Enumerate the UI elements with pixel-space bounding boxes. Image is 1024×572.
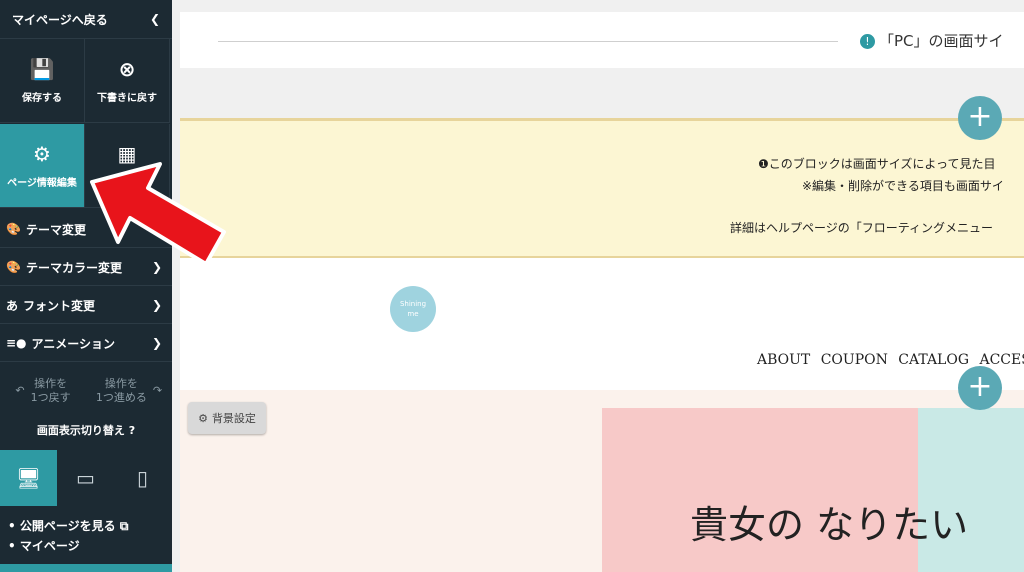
add-block-button[interactable]: + — [958, 96, 1002, 140]
desktop-view-button[interactable]: 🖥 — [0, 450, 57, 506]
gear-icon: ⚙ — [198, 411, 208, 425]
animation-icon: ≡● — [6, 336, 27, 350]
animation-label: アニメーション — [31, 336, 116, 351]
animation-item[interactable]: ≡● アニメーション ❯ — [0, 325, 172, 362]
plus-icon: + — [967, 99, 993, 134]
theme-label: テーマ変更 — [25, 222, 86, 237]
screen-size-message: ! 「PC」の画面サイ — [860, 30, 1004, 51]
hero-headline: 貴女の なりたい — [690, 503, 969, 547]
logo-text-1: Shining — [399, 300, 427, 308]
floating-menu-notice: ❶このブロックは画面サイズによって見た目 ※編集・削除ができる項目も画面サイ 詳… — [180, 118, 1024, 258]
chevron-right-icon: ❯ — [151, 298, 162, 312]
screen-size-text: 「PC」の画面サイ — [879, 32, 1004, 50]
notice-line-2: ※編集・削除ができる項目も画面サイ — [802, 179, 1004, 193]
help-icon[interactable]: ? — [129, 424, 135, 437]
save-label: 保存する — [22, 93, 62, 104]
save-button[interactable]: 💾 保存する — [0, 39, 85, 123]
page-info-edit-button[interactable]: ⚙ ページ情報編集 — [0, 124, 85, 208]
hero-section: ⚙ 背景設定 貴女の なりたい — [180, 390, 1024, 572]
mypage-link[interactable]: • マイページ — [8, 536, 128, 556]
palette-icon: 🎨 — [6, 260, 21, 274]
divider — [218, 41, 838, 42]
background-settings-button[interactable]: ⚙ 背景設定 — [188, 402, 266, 434]
info-icon: ❶ — [758, 157, 769, 171]
mypage-label: マイページ — [19, 539, 80, 553]
view-public-page-link[interactable]: • 公開ページを見る ⧉ — [8, 516, 128, 536]
plus-icon: + — [967, 369, 993, 404]
tablet-view-button[interactable]: ▭ — [57, 450, 114, 506]
revert-label: 下書きに戻す — [97, 93, 157, 104]
revert-draft-button[interactable]: ⊗ 下書きに戻す — [85, 39, 170, 123]
redo-icon: ↷ — [152, 384, 163, 397]
mobile-view-button[interactable]: ▯ — [114, 450, 171, 506]
logo-text-2: me — [407, 310, 419, 318]
redo-label-1: 操作を — [104, 377, 138, 390]
bg-button-label: 背景設定 — [211, 412, 256, 425]
red-arrow-annotation — [90, 162, 226, 266]
undo-icon: ↶ — [15, 384, 25, 397]
undo-label-2: 1つ戻す — [30, 391, 71, 404]
screen-size-bar: ! 「PC」の画面サイ — [180, 12, 1024, 68]
back-to-mypage-link[interactable]: マイページへ戻る ❮ — [0, 0, 172, 39]
chevron-left-icon[interactable]: ❮ — [150, 12, 160, 26]
font-icon: あ — [6, 298, 19, 313]
notice-line-1: ❶このブロックは画面サイズによって見た目 — [758, 155, 995, 172]
palette-icon: 🎨 — [6, 222, 21, 236]
add-block-button[interactable]: + — [958, 366, 1002, 410]
display-title-text: 画面表示切り替え — [36, 424, 125, 437]
page-canvas: ❶このブロックは画面サイズによって見た目 ※編集・削除ができる項目も画面サイ 詳… — [180, 118, 1024, 572]
chevron-right-icon: ❯ — [151, 336, 162, 350]
view-public-label: 公開ページを見る — [19, 519, 116, 533]
redo-button[interactable]: 操作を 1つ進める ↷ — [86, 366, 172, 416]
font-change-item[interactable]: あフォント変更 ❯ — [0, 287, 172, 324]
external-link-icon: ⧉ — [119, 519, 129, 533]
revert-icon: ⊗ — [118, 57, 136, 81]
site-logo[interactable]: Shining me — [390, 286, 436, 332]
font-label: フォント変更 — [23, 298, 96, 313]
notice-line-1-text: このブロックは画面サイズによって見た目 — [768, 157, 996, 171]
redo-label-2: 1つ進める — [95, 391, 147, 404]
undo-button[interactable]: ↶ 操作を 1つ戻す — [0, 366, 86, 416]
notice-line-3: 詳細はヘルプページの「フローティングメニュー — [730, 221, 994, 235]
editor-sidebar: マイページへ戻る ❮ 💾 保存する ⊗ 下書きに戻す ⚙ ページ情報編集 ▦ 表… — [0, 0, 172, 572]
gear-icon: ⚙ — [33, 142, 51, 166]
page-edit-label: ページ情報編集 — [7, 178, 77, 189]
back-label: マイページへ戻る — [12, 12, 108, 27]
desktop-icon: 🖥 — [15, 466, 42, 490]
display-switch-title: 画面表示切り替え ? — [0, 422, 172, 438]
undo-label-1: 操作を — [34, 377, 68, 390]
mobile-icon: ▯ — [136, 466, 148, 490]
save-icon: 💾 — [29, 57, 55, 81]
info-icon: ! — [860, 34, 875, 49]
tablet-icon: ▭ — [76, 466, 95, 490]
sidebar-footer — [0, 564, 172, 572]
